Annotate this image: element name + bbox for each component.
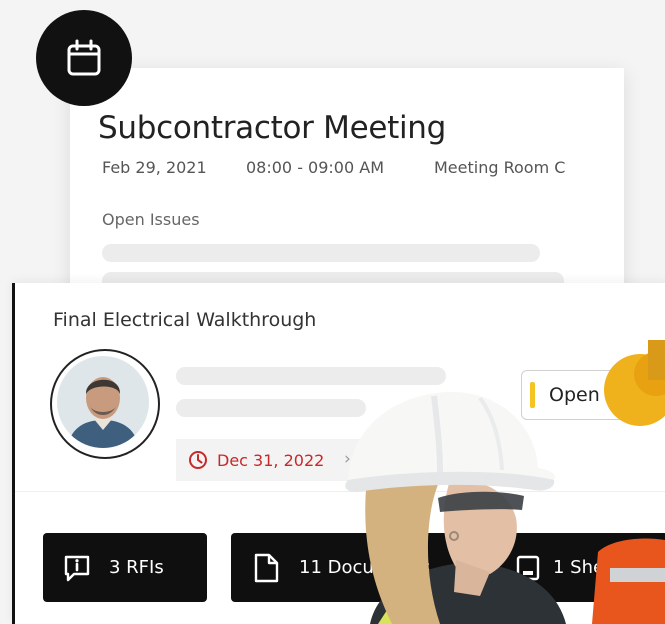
construction-workers-photo bbox=[345, 340, 665, 624]
clock-icon bbox=[189, 451, 207, 469]
person-photo bbox=[57, 356, 149, 448]
meeting-title: Subcontractor Meeting bbox=[98, 110, 447, 146]
avatar bbox=[50, 349, 160, 459]
rfis-label: 3 RFIs bbox=[109, 557, 164, 578]
calendar-icon-badge bbox=[36, 10, 132, 106]
meeting-time: 08:00 - 09:00 AM bbox=[246, 158, 384, 177]
issue-placeholder-line bbox=[102, 244, 540, 262]
open-issues-label: Open Issues bbox=[102, 210, 200, 229]
calendar-icon bbox=[67, 39, 101, 76]
speech-bubble-info-icon bbox=[64, 555, 90, 581]
document-icon bbox=[254, 553, 279, 582]
meeting-location: Meeting Room C bbox=[434, 158, 566, 177]
rfis-button[interactable]: 3 RFIs bbox=[43, 533, 207, 602]
issue-title: Final Electrical Walkthrough bbox=[53, 309, 317, 331]
due-date-text: Dec 31, 2022 bbox=[217, 450, 325, 470]
meeting-date: Feb 29, 2021 bbox=[102, 158, 207, 177]
meeting-card[interactable]: Subcontractor Meeting Feb 29, 2021 08:00… bbox=[70, 68, 624, 308]
